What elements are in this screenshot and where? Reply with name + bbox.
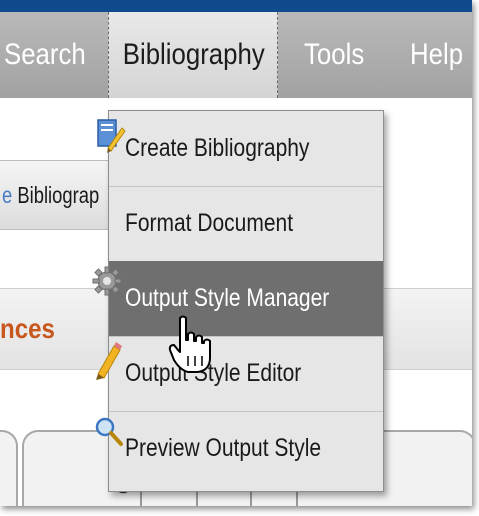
menu-bar: Search Bibliography Tools Help (0, 12, 472, 98)
bibliography-dropdown-menu: Create Bibliography Format Document Outp… (108, 110, 384, 492)
references-label: nces (0, 313, 55, 344)
gear-icon (92, 266, 122, 296)
menu-item-output-style-manager[interactable]: Output Style Manager (109, 261, 383, 337)
create-bibliography-icon (97, 119, 126, 153)
menu-bibliography[interactable]: Bibliography (108, 12, 278, 98)
hand-cursor-icon (168, 315, 211, 373)
menu-item-label: Output Style Manager (125, 284, 330, 312)
pencil-icon (96, 342, 122, 380)
menu-bibliography-label: Bibliography (122, 38, 265, 71)
bibliography-tab[interactable]: e Bibliograp (0, 160, 109, 230)
menu-item-label: Create Bibliography (125, 134, 310, 162)
bibliography-tab-label: e Bibliograp (2, 182, 100, 208)
tab-left[interactable] (0, 430, 18, 506)
menu-item-label: Format Document (125, 209, 294, 237)
menu-item-format-document[interactable]: Format Document (109, 186, 383, 262)
menu-item-label: Preview Output Style (125, 434, 322, 462)
menu-help[interactable]: Help (410, 12, 463, 98)
menu-item-output-style-editor[interactable]: Output Style Editor (109, 336, 383, 412)
magnifier-icon (95, 417, 123, 446)
menu-search[interactable]: Search (4, 12, 86, 98)
menu-item-create-bibliography[interactable]: Create Bibliography (109, 111, 383, 187)
top-strip (0, 0, 472, 12)
menu-item-label: Output Style Editor (125, 359, 302, 387)
menu-item-preview-output-style[interactable]: Preview Output Style (109, 411, 383, 486)
app-window: Search Bibliography Tools Help e Bibliog… (0, 0, 472, 506)
menu-tools[interactable]: Tools (304, 12, 364, 98)
